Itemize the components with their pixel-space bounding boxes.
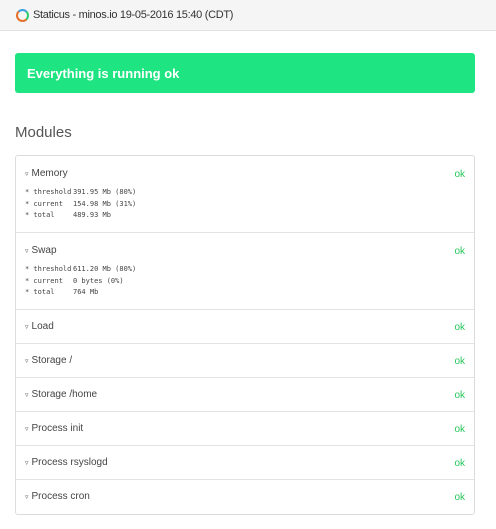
module-name: Process rsyslogd	[31, 457, 108, 468]
module-storage-root: ▿ Storage / ok	[16, 344, 474, 378]
module-name: Memory	[31, 168, 68, 179]
module-name: Load	[31, 321, 54, 332]
modules-list: ▿ Memory ok * threshold 391.95 Mb (80%) *…	[15, 155, 475, 515]
module-process-cron-toggle[interactable]: ▿ Process cron	[25, 491, 90, 502]
module-status: ok	[454, 492, 465, 503]
module-storage-home: ▿ Storage /home ok	[16, 378, 474, 412]
module-process-rsyslogd: ▿ Process rsyslogd ok	[16, 446, 474, 480]
triangle-down-icon: ▿	[25, 357, 29, 365]
module-swap: ▿ Swap ok * threshold 611.20 Mb (80%) * c…	[16, 233, 474, 310]
triangle-down-icon: ▿	[25, 247, 29, 255]
triangle-down-icon: ▿	[25, 170, 29, 178]
module-storage-home-toggle[interactable]: ▿ Storage /home	[25, 389, 97, 400]
module-status: ok	[454, 458, 465, 469]
module-storage-root-toggle[interactable]: ▿ Storage /	[25, 355, 72, 366]
module-details: * threshold 391.95 Mb (80%) * current 154.…	[25, 187, 136, 222]
triangle-down-icon: ▿	[25, 425, 29, 433]
triangle-down-icon: ▿	[25, 459, 29, 467]
module-details: * threshold 611.20 Mb (80%) * current 0 by…	[25, 264, 136, 299]
module-memory-toggle[interactable]: ▿ Memory	[25, 168, 68, 179]
module-load-toggle[interactable]: ▿ Load	[25, 321, 54, 332]
triangle-down-icon: ▿	[25, 493, 29, 501]
module-status: ok	[454, 356, 465, 367]
module-swap-toggle[interactable]: ▿ Swap	[25, 245, 57, 256]
detail-row: * current 154.98 Mb (31%)	[25, 199, 137, 208]
triangle-down-icon: ▿	[25, 323, 29, 331]
module-name: Process init	[31, 423, 84, 434]
detail-row: * threshold 611.20 Mb (80%)	[25, 265, 137, 273]
page-header-title: Staticus - minos.io 19-05-2016 15:40 (CD…	[33, 9, 234, 21]
detail-row: * total 489.93 Mb	[25, 211, 111, 219]
status-banner: Everything is running ok	[15, 53, 475, 93]
module-process-cron: ▿ Process cron ok	[16, 480, 474, 514]
module-name: Swap	[31, 245, 57, 256]
detail-row: * total 764 Mb	[25, 288, 99, 296]
module-process-rsyslogd-toggle[interactable]: ▿ Process rsyslogd	[25, 457, 108, 468]
module-status: ok	[454, 246, 465, 257]
module-status: ok	[454, 169, 465, 180]
module-name: Process cron	[31, 491, 90, 502]
module-process-init: ▿ Process init ok	[16, 412, 474, 446]
modules-heading: Modules	[15, 124, 72, 141]
top-bar: Staticus - minos.io 19-05-2016 15:40 (CD…	[0, 0, 496, 31]
module-name: Storage /home	[31, 389, 98, 400]
status-message: Everything is running ok	[27, 65, 180, 81]
module-status: ok	[454, 322, 465, 333]
staticus-logo-icon	[16, 8, 29, 22]
module-status: ok	[454, 424, 465, 435]
module-name: Storage /	[31, 355, 73, 366]
module-memory: ▿ Memory ok * threshold 391.95 Mb (80%) *…	[16, 156, 474, 233]
detail-row: * current 0 bytes (0%)	[25, 276, 124, 285]
module-load: ▿ Load ok	[16, 310, 474, 344]
detail-row: * threshold 391.95 Mb (80%)	[25, 188, 137, 196]
module-status: ok	[454, 390, 465, 401]
module-process-init-toggle[interactable]: ▿ Process init	[25, 423, 83, 434]
triangle-down-icon: ▿	[25, 391, 29, 399]
